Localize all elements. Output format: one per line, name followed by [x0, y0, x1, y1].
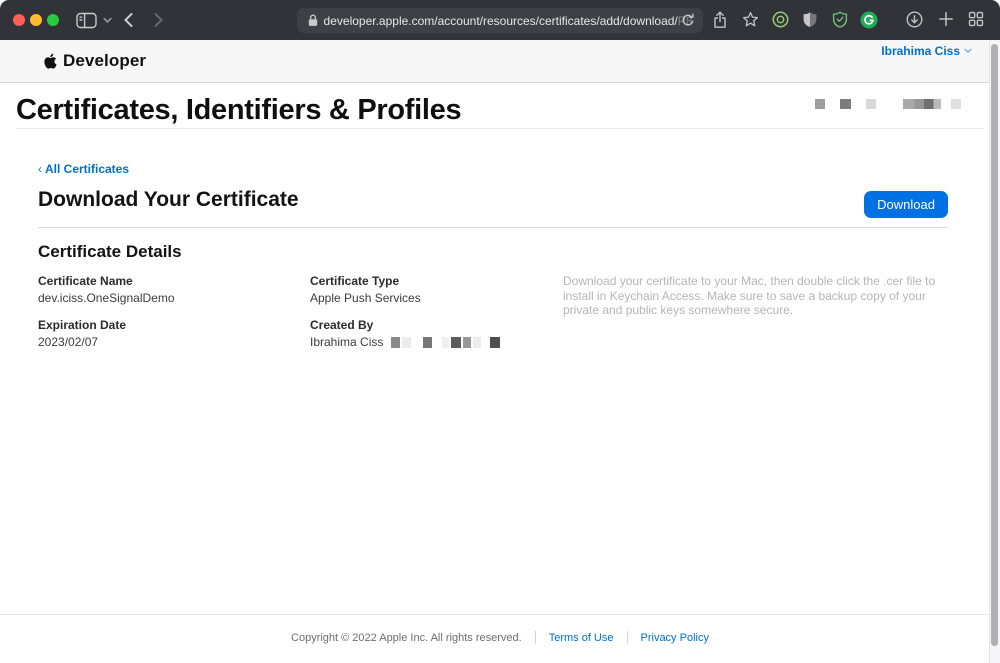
- forward-button[interactable]: [152, 11, 165, 29]
- url-text: developer.apple.com/account/resources/ce…: [324, 14, 678, 28]
- footer-divider: [0, 614, 1000, 615]
- safari-window: developer.apple.com/account/resources/ce…: [0, 0, 1000, 663]
- back-chevron: ‹: [38, 162, 42, 176]
- address-bar[interactable]: developer.apple.com/account/resources/ce…: [297, 8, 703, 33]
- section-title: Download Your Certificate: [38, 188, 299, 212]
- share-button[interactable]: [712, 11, 728, 29]
- onepassword-icon: [772, 11, 789, 28]
- scrollbar-thumb[interactable]: [991, 44, 998, 646]
- forward-chevron-icon: [152, 11, 165, 29]
- brand-label: Developer: [63, 51, 146, 71]
- details-column-2: Certificate Type Apple Push Services Cre…: [310, 274, 563, 362]
- redacted-block: [840, 99, 851, 109]
- redacted-block: [490, 337, 500, 348]
- nav-redacted-items: [815, 99, 961, 109]
- account-menu[interactable]: Ibrahima Ciss: [881, 44, 972, 58]
- redacted-block: [463, 337, 471, 348]
- privacy-shield-extension-button[interactable]: [802, 11, 818, 28]
- site-header: Developer Ibrahima Ciss: [0, 40, 1000, 83]
- adguard-extension-button[interactable]: [832, 11, 848, 28]
- privacy-policy-link[interactable]: Privacy Policy: [641, 632, 709, 644]
- grid-icon: [968, 11, 984, 27]
- back-chevron-icon: [122, 11, 135, 29]
- close-window-button[interactable]: [13, 14, 25, 26]
- tab-overview-button[interactable]: [968, 11, 984, 27]
- download-button[interactable]: Download: [864, 191, 948, 218]
- reload-icon[interactable]: [681, 13, 695, 28]
- sidebar-icon: [76, 12, 97, 29]
- field-label: Certificate Name: [38, 274, 310, 288]
- plus-icon: [938, 11, 954, 27]
- chevron-down-icon: [964, 48, 972, 54]
- page-title: Certificates, Identifiers & Profiles: [16, 94, 461, 127]
- shield-check-icon: [832, 11, 848, 28]
- grammarly-icon: [860, 11, 878, 29]
- footer-separator: [535, 631, 536, 644]
- field-label: Certificate Type: [310, 274, 563, 288]
- redacted-block: [423, 337, 432, 348]
- created-by-field: Created By Ibrahima Ciss: [310, 318, 563, 349]
- star-icon: [742, 11, 759, 28]
- redacted-block: [442, 337, 449, 348]
- redacted-block: [391, 337, 400, 348]
- created-by-name: Ibrahima Ciss: [310, 335, 383, 349]
- certificate-name-field: Certificate Name dev.iciss.OneSignalDemo: [38, 274, 310, 305]
- divider: [16, 128, 984, 129]
- apple-logo-icon: [42, 52, 57, 70]
- field-label: Created By: [310, 318, 563, 332]
- lock-icon: [308, 14, 318, 27]
- redacted-block: [451, 337, 461, 348]
- copyright-text: Copyright © 2022 Apple Inc. All rights r…: [291, 632, 522, 644]
- onepassword-extension-button[interactable]: [772, 11, 789, 28]
- field-label: Expiration Date: [38, 318, 310, 332]
- share-icon: [712, 11, 728, 29]
- redacted-block: [951, 99, 961, 109]
- bookmark-button[interactable]: [742, 11, 759, 28]
- account-name: Ibrahima Ciss: [881, 44, 960, 58]
- sidebar-toggle-button[interactable]: [76, 12, 97, 29]
- details-column-1: Certificate Name dev.iciss.OneSignalDemo…: [38, 274, 310, 362]
- redacted-block: [903, 99, 941, 109]
- back-link-label: All Certificates: [45, 162, 129, 176]
- terms-of-use-link[interactable]: Terms of Use: [549, 632, 614, 644]
- downloads-button[interactable]: [906, 11, 923, 28]
- scrollbar-track[interactable]: [989, 40, 1000, 663]
- divider: [38, 227, 948, 228]
- expiration-date-field: Expiration Date 2023/02/07: [38, 318, 310, 349]
- certificate-details: Certificate Name dev.iciss.OneSignalDemo…: [38, 274, 948, 362]
- field-value: 2023/02/07: [38, 335, 310, 349]
- redacted-block: [866, 99, 876, 109]
- field-value: Apple Push Services: [310, 291, 563, 305]
- back-button[interactable]: [122, 11, 135, 29]
- zoom-window-button[interactable]: [47, 14, 59, 26]
- grammarly-extension-button[interactable]: [860, 11, 878, 29]
- certificate-type-field: Certificate Type Apple Push Services: [310, 274, 563, 305]
- redacted-block: [473, 337, 481, 348]
- browser-toolbar: developer.apple.com/account/resources/ce…: [0, 0, 1000, 40]
- minimize-window-button[interactable]: [30, 14, 42, 26]
- redacted-block: [402, 337, 411, 348]
- redacted-block: [815, 99, 825, 109]
- certificate-details-heading: Certificate Details: [38, 242, 182, 262]
- footer: Copyright © 2022 Apple Inc. All rights r…: [0, 631, 1000, 644]
- half-shield-icon: [802, 11, 818, 28]
- field-value: dev.iciss.OneSignalDemo: [38, 291, 310, 305]
- footer-separator: [627, 631, 628, 644]
- field-value: Ibrahima Ciss: [310, 335, 563, 349]
- sidebar-chevron-down-icon[interactable]: [103, 17, 112, 24]
- download-instructions: Download your certificate to your Mac, t…: [563, 274, 948, 362]
- developer-brand[interactable]: Developer: [42, 51, 146, 71]
- new-tab-button[interactable]: [938, 11, 954, 27]
- all-certificates-back-link[interactable]: ‹All Certificates: [38, 162, 129, 176]
- download-circle-icon: [906, 11, 923, 28]
